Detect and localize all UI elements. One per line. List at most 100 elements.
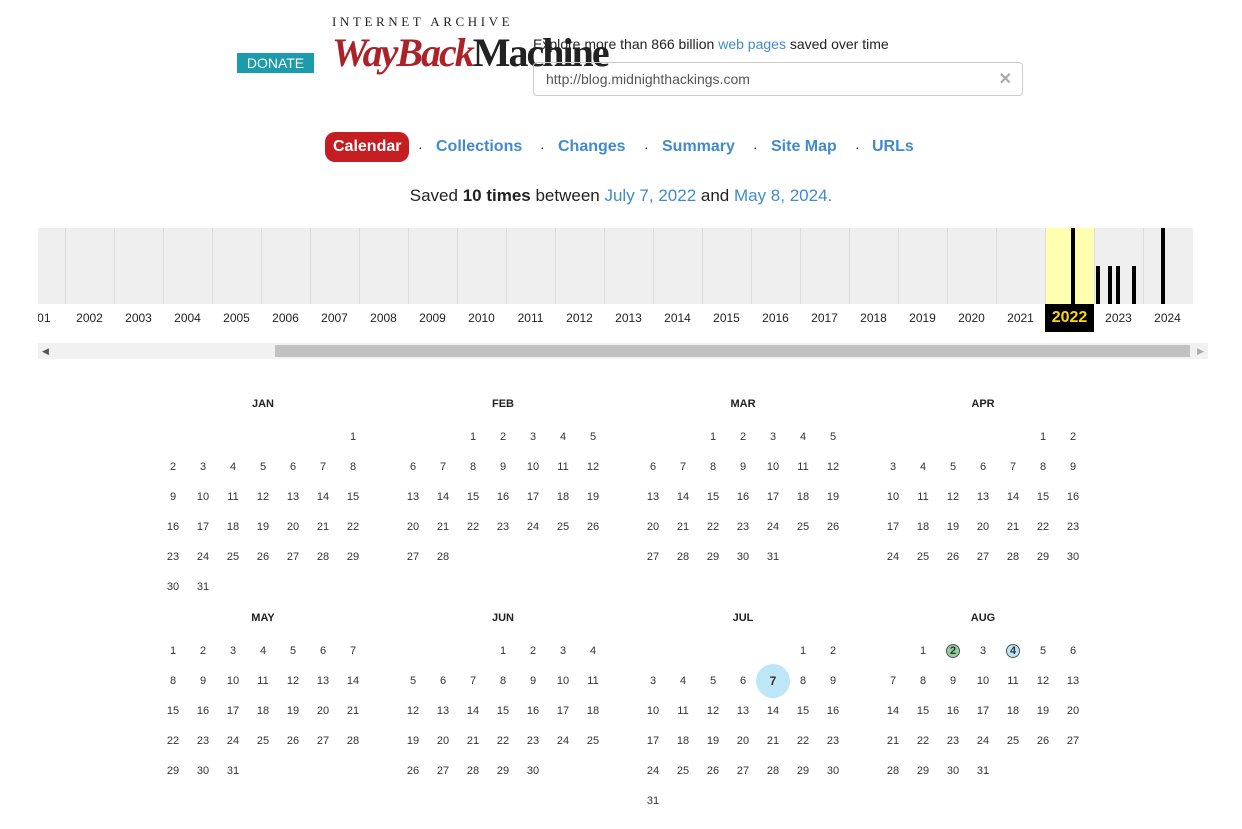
calendar-day: 18 (916, 521, 930, 533)
year-label-2005[interactable]: 2005 (212, 311, 261, 325)
year-column-2004[interactable] (163, 228, 212, 304)
calendar-day: 13 (646, 491, 660, 503)
year-column-2014[interactable] (653, 228, 702, 304)
year-label-2019[interactable]: 2019 (898, 311, 947, 325)
capture-day[interactable]: 7 (756, 664, 790, 698)
scroll-thumb[interactable] (275, 345, 1190, 357)
first-capture-link[interactable]: July 7, 2022 (604, 186, 696, 205)
capture-histogram[interactable] (38, 228, 1193, 304)
calendar-day: 6 (289, 461, 297, 473)
year-column-2017[interactable] (800, 228, 849, 304)
year-label-2018[interactable]: 2018 (849, 311, 898, 325)
year-column-2019[interactable] (898, 228, 947, 304)
year-column-2012[interactable] (555, 228, 604, 304)
tab-collections[interactable]: Collections (436, 132, 522, 162)
year-column-2016[interactable] (751, 228, 800, 304)
year-label-2010[interactable]: 2010 (457, 311, 506, 325)
calendar-day: 3 (649, 675, 657, 687)
url-search-input[interactable] (534, 63, 974, 95)
calendar-day: 2 (169, 461, 177, 473)
year-label-2015[interactable]: 2015 (702, 311, 751, 325)
calendar-day: 8 (799, 675, 807, 687)
year-column-2009[interactable] (408, 228, 457, 304)
year-label-2021[interactable]: 2021 (996, 311, 1045, 325)
calendar-day: 4 (919, 461, 927, 473)
capture-day[interactable]: 2 (938, 636, 968, 666)
year-column-2020[interactable] (947, 228, 996, 304)
tab-changes[interactable]: Changes (558, 132, 626, 162)
year-label-2012[interactable]: 2012 (555, 311, 604, 325)
calendar-day: 13 (286, 491, 300, 503)
wayback-machine-logo[interactable]: INTERNET ARCHIVE WayBackMachine (332, 14, 610, 84)
year-label-2011[interactable]: 2011 (506, 311, 555, 325)
scroll-left-arrow-icon[interactable]: ◀ (42, 343, 49, 359)
year-label-2016[interactable]: 2016 (751, 311, 800, 325)
clear-icon[interactable]: ✕ (999, 69, 1012, 89)
year-column-2018[interactable] (849, 228, 898, 304)
calendar-day: 25 (226, 551, 240, 563)
capture-bar (1116, 266, 1120, 304)
year-label-001[interactable]: 001 (38, 311, 65, 325)
year-label-2007[interactable]: 2007 (310, 311, 359, 325)
calendar-day: 1 (499, 645, 507, 657)
calendar-day: 9 (199, 675, 207, 687)
year-label-2006[interactable]: 2006 (261, 311, 310, 325)
calendar-day: 4 (229, 461, 237, 473)
month-name: FEB (492, 398, 514, 410)
year-label-2023[interactable]: 2023 (1094, 311, 1143, 325)
tab-urls[interactable]: URLs (872, 132, 914, 162)
year-column-2024[interactable] (1143, 228, 1192, 304)
year-column-2021[interactable] (996, 228, 1045, 304)
calendar-day: 15 (496, 705, 510, 717)
year-column-001[interactable] (38, 228, 65, 304)
calendar-day: 25 (256, 735, 270, 747)
calendar-day: 2 (739, 431, 747, 443)
calendar-day: 1 (709, 431, 717, 443)
year-label-2017[interactable]: 2017 (800, 311, 849, 325)
year-label-2022[interactable]: 2022 (1045, 304, 1094, 332)
year-label-2008[interactable]: 2008 (359, 311, 408, 325)
last-capture-link[interactable]: May 8, 2024. (734, 186, 832, 205)
calendar-day: 24 (526, 521, 540, 533)
year-label-2004[interactable]: 2004 (163, 311, 212, 325)
calendar-day: 23 (496, 521, 510, 533)
year-column-2006[interactable] (261, 228, 310, 304)
year-label-2024[interactable]: 2024 (1143, 311, 1192, 325)
calendar-day: 6 (319, 645, 327, 657)
web-pages-link[interactable]: web pages (718, 36, 786, 52)
year-label-2014[interactable]: 2014 (653, 311, 702, 325)
year-label-2020[interactable]: 2020 (947, 311, 996, 325)
tab-summary[interactable]: Summary (662, 132, 735, 162)
calendar-day: 1 (799, 645, 807, 657)
year-label-2009[interactable]: 2009 (408, 311, 457, 325)
scroll-right-arrow-icon[interactable]: ▶ (1197, 343, 1204, 359)
calendar-day: 11 (557, 461, 569, 473)
tab-site-map[interactable]: Site Map (771, 132, 837, 162)
calendar-day: 10 (646, 705, 660, 717)
year-column-2005[interactable] (212, 228, 261, 304)
year-column-2007[interactable] (310, 228, 359, 304)
year-label-2013[interactable]: 2013 (604, 311, 653, 325)
year-column-2002[interactable] (65, 228, 114, 304)
year-column-2010[interactable] (457, 228, 506, 304)
year-column-2011[interactable] (506, 228, 555, 304)
tab-separator: · (540, 139, 545, 155)
year-column-2022[interactable] (1045, 228, 1094, 304)
year-column-2015[interactable] (702, 228, 751, 304)
timeline-scrollbar[interactable]: ◀ ▶ (38, 343, 1208, 359)
calendar-day: 16 (496, 491, 510, 503)
calendar-day: 30 (946, 765, 960, 777)
calendar-day: 1 (169, 645, 177, 657)
year-column-2003[interactable] (114, 228, 163, 304)
calendar-day: 13 (436, 705, 450, 717)
tab-calendar[interactable]: Calendar (325, 132, 410, 162)
tab-separator: · (418, 139, 423, 155)
calendar-day: 2 (529, 645, 537, 657)
year-label-2003[interactable]: 2003 (114, 311, 163, 325)
calendar-day: 3 (979, 645, 987, 657)
capture-day[interactable]: 4 (998, 636, 1028, 666)
year-column-2008[interactable] (359, 228, 408, 304)
donate-button[interactable]: DONATE (237, 53, 314, 73)
year-column-2013[interactable] (604, 228, 653, 304)
year-label-2002[interactable]: 2002 (65, 311, 114, 325)
